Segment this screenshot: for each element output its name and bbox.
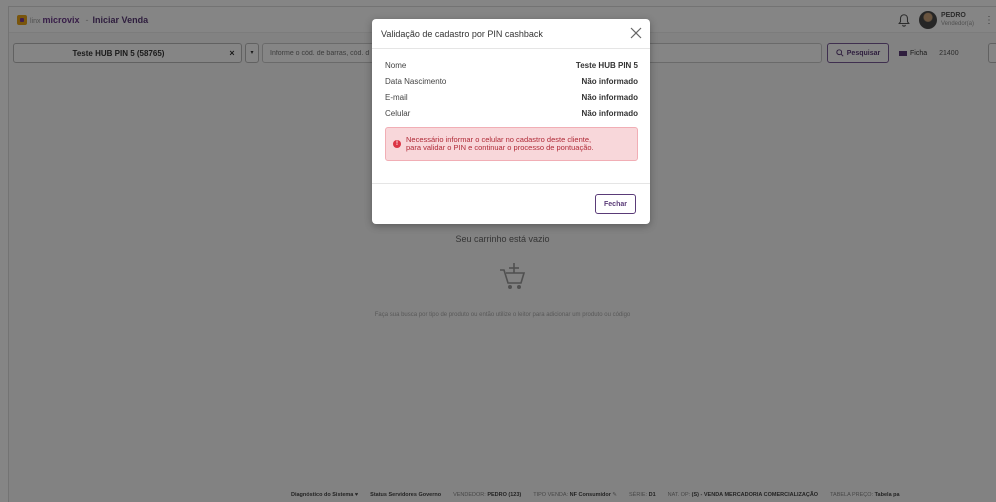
- field-value: Não informado: [581, 108, 638, 118]
- close-button[interactable]: Fechar: [595, 194, 636, 214]
- modal-title: Validação de cadastro por PIN cashback: [381, 28, 543, 39]
- field-row-data-nascimento: Data Nascimento Não informado: [385, 73, 638, 89]
- field-label: Celular: [385, 108, 411, 118]
- field-value: Não informado: [581, 76, 638, 86]
- field-label: Data Nascimento: [385, 76, 447, 86]
- field-value: Não informado: [581, 92, 638, 102]
- close-icon[interactable]: [630, 27, 642, 39]
- pin-validation-modal: Validação de cadastro por PIN cashback N…: [372, 19, 650, 224]
- field-row-celular: Celular Não informado: [385, 105, 638, 121]
- modal-body: Nome Teste HUB PIN 5 Data Nascimento Não…: [372, 49, 650, 161]
- modal-header: Validação de cadastro por PIN cashback: [372, 19, 650, 49]
- field-value: Teste HUB PIN 5: [575, 60, 638, 70]
- alert-icon: !: [393, 140, 401, 148]
- field-label: Nome: [385, 60, 407, 70]
- missing-phone-alert: ! Necessário informar o celular no cadas…: [385, 127, 638, 161]
- modal-footer: Fechar: [372, 183, 650, 224]
- field-row-email: E-mail Não informado: [385, 89, 638, 105]
- alert-text: Necessário informar o celular no cadastr…: [406, 135, 594, 152]
- field-row-nome: Nome Teste HUB PIN 5: [385, 57, 638, 73]
- field-label: E-mail: [385, 92, 408, 102]
